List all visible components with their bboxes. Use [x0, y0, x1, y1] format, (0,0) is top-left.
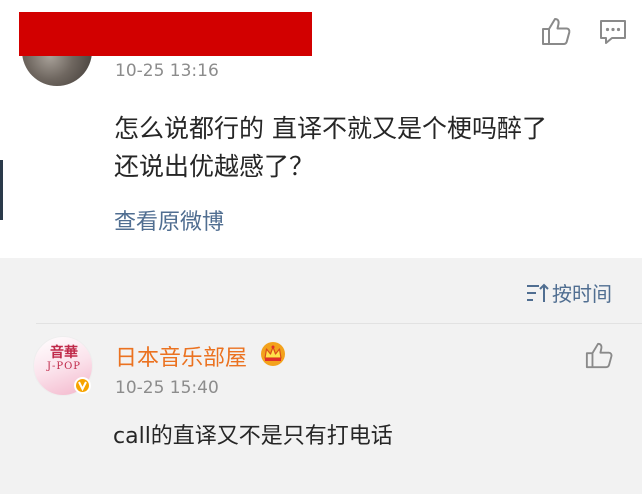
like-icon[interactable]: [540, 16, 572, 46]
comment-icon[interactable]: [598, 18, 628, 46]
comment-text: 怎么说都行的 直译不就又是个梗吗醉了 还说出优越感了？: [114, 110, 624, 186]
redacted-username: [19, 12, 312, 56]
comment-text-line: 还说出优越感了？: [114, 152, 315, 181]
avatar-text: 音華: [50, 345, 78, 361]
timestamp: 10-25 13:16: [115, 61, 219, 81]
divider: [36, 323, 642, 324]
like-icon[interactable]: [584, 341, 614, 369]
sort-label: 按时间: [552, 282, 612, 306]
avatar-text: J-POP: [46, 361, 82, 372]
username[interactable]: 日本音乐部屋: [115, 340, 247, 372]
comment-text-line: 怎么说都行的 直译不就又是个梗吗醉了: [114, 114, 547, 143]
timestamp: 10-25 15:40: [115, 378, 219, 398]
sort-icon: [527, 283, 549, 302]
view-original-link[interactable]: 查看原微博: [114, 204, 224, 236]
sort-by-time-button[interactable]: 按时间: [525, 278, 612, 307]
original-comment-card: 10-25 13:16 怎么说都行的 直译不就又是个梗吗醉了 还说出优越感了？ …: [0, 0, 642, 258]
reply-text: call的直译又不是只有打电话: [113, 424, 393, 449]
verified-badge-icon: [74, 377, 91, 394]
left-edge-bar: [0, 160, 3, 220]
crown-icon: [261, 342, 285, 366]
